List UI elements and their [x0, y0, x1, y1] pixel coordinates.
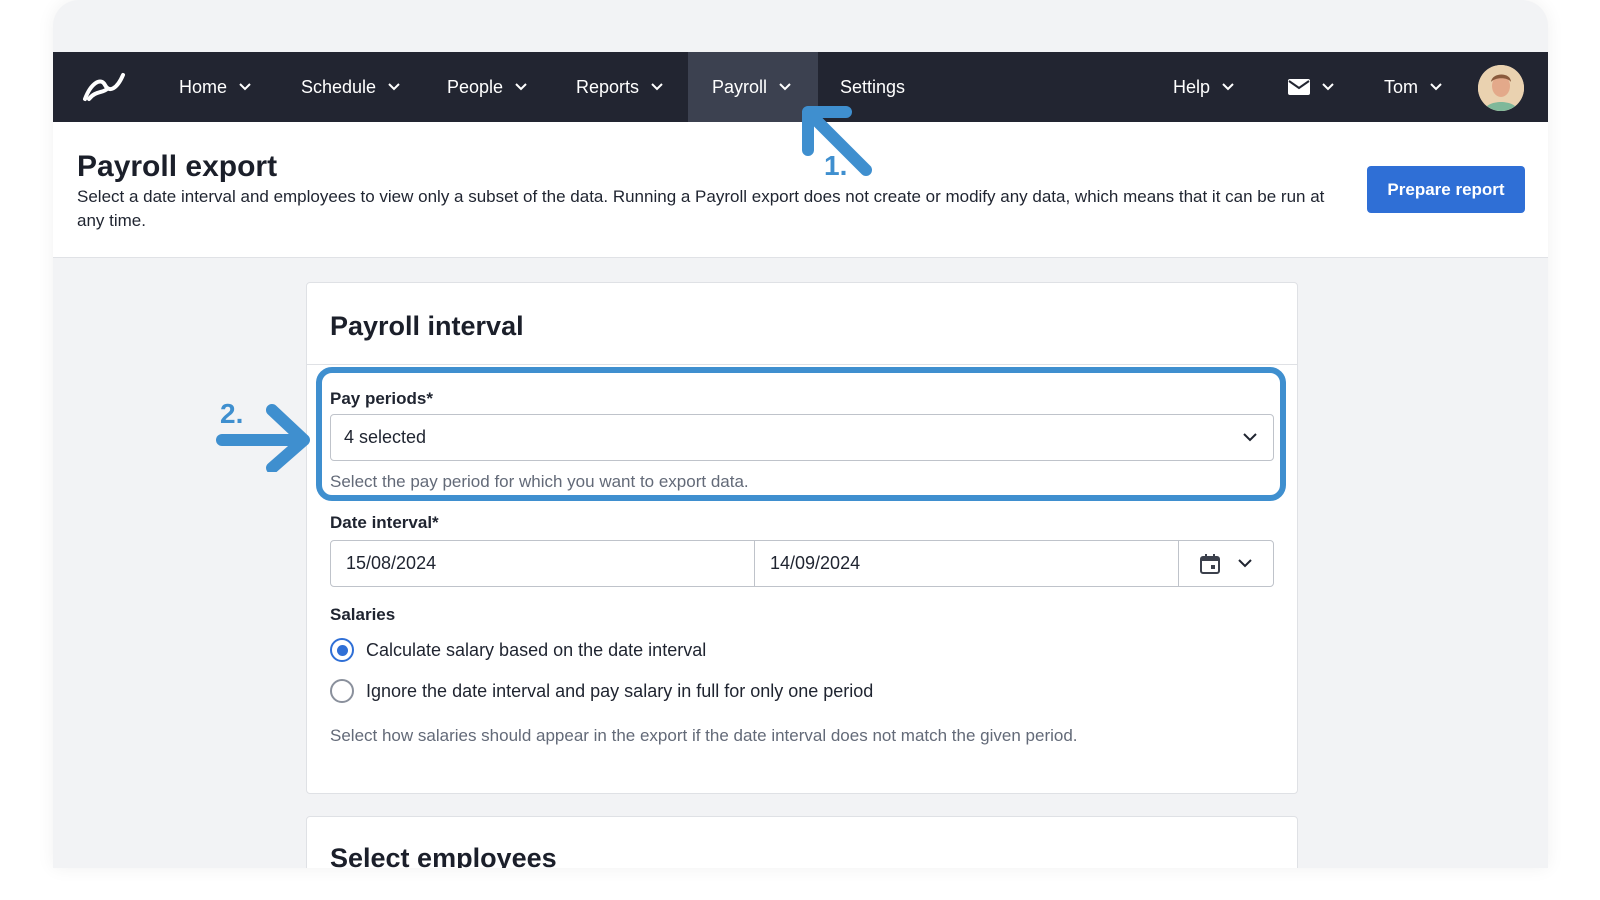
avatar[interactable]: [1478, 65, 1524, 111]
nav-schedule-label: Schedule: [301, 76, 377, 97]
date-interval-group: 15/08/2024 14/09/2024: [330, 540, 1274, 587]
nav-reports-label: Reports: [576, 76, 640, 97]
salary-option-full-period[interactable]: Ignore the date interval and pay salary …: [330, 679, 873, 703]
radio-checked[interactable]: [330, 638, 354, 662]
nav-payroll-label: Payroll: [712, 76, 768, 97]
page-description: Select a date interval and employees to …: [77, 187, 1325, 230]
chevron-down-icon: [1322, 83, 1334, 91]
date-interval-label: Date interval*: [330, 513, 439, 532]
radio-unchecked[interactable]: [330, 679, 354, 703]
nav-home[interactable]: Home: [179, 52, 251, 122]
date-end-input[interactable]: 14/09/2024: [755, 541, 1179, 586]
calendar-icon: [1200, 553, 1220, 574]
chevron-down-icon: [515, 83, 527, 91]
brand-logo-icon[interactable]: [81, 69, 127, 105]
nav-payroll[interactable]: Payroll: [688, 52, 818, 122]
chevron-down-icon: [1430, 83, 1442, 91]
nav-help[interactable]: Help: [1173, 52, 1234, 122]
chevron-down-icon: [239, 83, 251, 91]
mail-icon: [1288, 79, 1310, 95]
date-start-input[interactable]: 15/08/2024: [331, 541, 755, 586]
chevron-down-icon: [1222, 83, 1234, 91]
arrow-right-icon: [216, 404, 310, 472]
pay-periods-highlight: [316, 367, 1286, 501]
nav-help-label: Help: [1173, 76, 1211, 97]
avatar-image: [1478, 65, 1524, 111]
nav-user-menu[interactable]: Tom: [1384, 52, 1442, 122]
salary-option-interval-label: Calculate salary based on the date inter…: [366, 639, 707, 660]
chevron-down-icon: [388, 83, 400, 91]
salaries-helper: Select how salaries should appear in the…: [330, 726, 1078, 745]
select-employees-title: Select employees: [330, 843, 557, 868]
chevron-down-icon: [651, 83, 663, 91]
date-picker-button[interactable]: [1179, 541, 1273, 586]
salary-option-full-period-label: Ignore the date interval and pay salary …: [366, 680, 874, 701]
nav-schedule[interactable]: Schedule: [301, 52, 400, 122]
card-divider: [307, 364, 1297, 365]
user-name: Tom: [1384, 76, 1419, 97]
select-employees-card: Select employees: [306, 816, 1298, 868]
nav-reports[interactable]: Reports: [576, 52, 663, 122]
payroll-interval-title: Payroll interval: [330, 311, 524, 341]
nav-people-label: People: [447, 76, 504, 97]
salary-option-interval[interactable]: Calculate salary based on the date inter…: [330, 638, 706, 662]
nav-messages[interactable]: [1288, 52, 1334, 122]
page-title: Payroll export: [77, 150, 278, 183]
prepare-report-button[interactable]: Prepare report: [1367, 166, 1525, 213]
chevron-down-icon: [779, 83, 791, 91]
nav-settings-label: Settings: [840, 76, 906, 97]
payroll-interval-card: Payroll interval Pay periods* 4 selected…: [306, 282, 1298, 794]
chevron-down-icon: [1238, 559, 1252, 568]
step-1-label: 1.: [824, 150, 848, 181]
salaries-label: Salaries: [330, 605, 396, 624]
nav-people[interactable]: People: [447, 52, 527, 122]
nav-home-label: Home: [179, 76, 228, 97]
